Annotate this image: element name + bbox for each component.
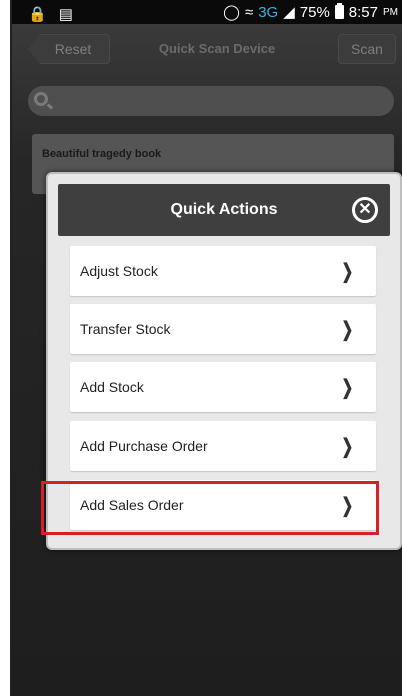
headphones-icon: ◯: [223, 4, 240, 21]
signal-icon: ◢: [283, 4, 295, 21]
status-right: ◯ ≈ 3G ◢ 75% 8:57 PM: [223, 3, 398, 21]
search-icon: [34, 92, 48, 106]
action-label: Adjust Stock: [80, 263, 158, 279]
item-title: Beautiful tragedy book: [42, 148, 162, 160]
chevron-right-icon: ❯: [341, 436, 354, 458]
action-label: Add Stock: [80, 379, 144, 395]
wifi-icon: ≈: [244, 3, 254, 21]
close-icon[interactable]: ✕: [352, 197, 378, 223]
dialog-header: Quick Actions ✕: [58, 184, 390, 236]
chevron-right-icon: ❯: [341, 377, 354, 399]
phone-screen: 🔒 ▤ ◯ ≈ 3G ◢ 75% 8:57 PM Reset Quick Sca…: [10, 0, 402, 696]
lock-icon: 🔒: [28, 6, 47, 23]
quick-actions-dialog: Quick Actions ✕ Adjust Stock ❯ Transfer …: [46, 172, 402, 550]
add-sales-order-button[interactable]: Add Sales Order ❯: [70, 480, 376, 530]
adjust-stock-button[interactable]: Adjust Stock ❯: [70, 246, 376, 296]
clock-ampm: PM: [383, 6, 398, 18]
toolbar: Reset Quick Scan Device Scan: [12, 24, 402, 74]
chevron-right-icon: ❯: [341, 319, 354, 341]
chevron-right-icon: ❯: [341, 261, 354, 283]
page-title: Quick Scan Device: [158, 41, 276, 56]
chevron-right-icon: ❯: [341, 495, 354, 517]
action-label: Transfer Stock: [80, 321, 171, 337]
status-left: 🔒 ▤: [28, 5, 73, 23]
status-bar: 🔒 ▤ ◯ ≈ 3G ◢ 75% 8:57 PM: [12, 0, 402, 24]
add-stock-button[interactable]: Add Stock ❯: [70, 362, 376, 412]
battery-icon: [334, 3, 344, 19]
scan-button[interactable]: Scan: [338, 34, 396, 64]
network-type: 3G: [258, 3, 279, 21]
action-label: Add Purchase Order: [80, 438, 208, 454]
image-icon: ▤: [58, 6, 73, 23]
battery-percent: 75%: [299, 3, 330, 21]
add-purchase-order-button[interactable]: Add Purchase Order ❯: [70, 421, 376, 471]
reset-button[interactable]: Reset: [28, 34, 110, 64]
dialog-title: Quick Actions: [170, 201, 278, 218]
clock-time: 8:57: [348, 3, 378, 21]
action-label: Add Sales Order: [80, 497, 184, 513]
search-input[interactable]: [28, 86, 394, 116]
transfer-stock-button[interactable]: Transfer Stock ❯: [70, 304, 376, 354]
